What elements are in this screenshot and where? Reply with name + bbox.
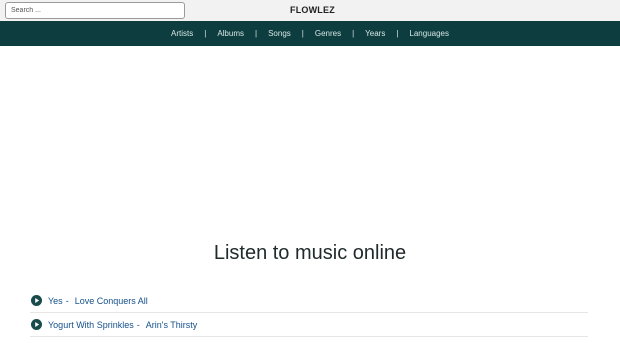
search-input[interactable] bbox=[5, 2, 185, 19]
song-title-link[interactable]: Arin's Thirsty bbox=[146, 320, 198, 330]
nav-separator: | bbox=[352, 29, 355, 38]
nav-item-languages[interactable]: Languages bbox=[409, 29, 449, 38]
nav-item-years[interactable]: Years bbox=[365, 29, 385, 38]
nav-item-songs[interactable]: Songs bbox=[268, 29, 291, 38]
list-item: Yes - Love Conquers All bbox=[30, 289, 588, 313]
play-circle-icon[interactable] bbox=[31, 319, 42, 330]
nav-item-genres[interactable]: Genres bbox=[315, 29, 341, 38]
list-item: Yogurt With Sprinkles - Arin's Thirsty bbox=[30, 313, 588, 337]
site-logo[interactable]: FLOWLEZ bbox=[290, 5, 335, 15]
nav-separator: | bbox=[301, 29, 304, 38]
page-title: Listen to music online bbox=[213, 242, 407, 264]
song-separator: - bbox=[136, 319, 140, 330]
nav-item-albums[interactable]: Albums bbox=[217, 29, 244, 38]
nav-item-artists[interactable]: Artists bbox=[171, 29, 193, 38]
song-list: Yes - Love Conquers All Yogurt With Spri… bbox=[30, 289, 588, 337]
nav-separator: | bbox=[204, 29, 207, 38]
main-nav: Artists | Albums | Songs | Genres | Year… bbox=[0, 21, 620, 46]
song-artist-link[interactable]: Yes bbox=[48, 296, 63, 306]
song-artist-link[interactable]: Yogurt With Sprinkles bbox=[48, 320, 134, 330]
play-circle-icon[interactable] bbox=[31, 295, 42, 306]
top-bar: FLOWLEZ bbox=[0, 0, 620, 21]
song-title-link[interactable]: Love Conquers All bbox=[75, 296, 148, 306]
nav-separator: | bbox=[255, 29, 258, 38]
nav-separator: | bbox=[396, 29, 399, 38]
song-separator: - bbox=[65, 295, 69, 306]
